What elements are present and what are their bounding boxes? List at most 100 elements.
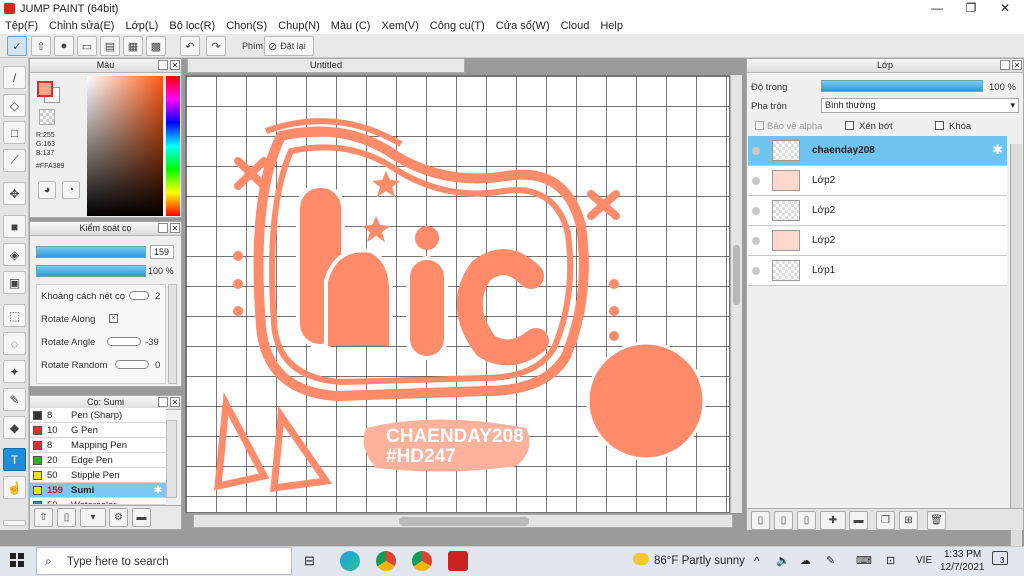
lock-checkbox[interactable] xyxy=(935,121,944,130)
canvas-hscroll-thumb[interactable] xyxy=(399,517,529,526)
menu-layer[interactable]: Lớp(L) xyxy=(125,20,158,32)
tray-chevron-icon[interactable]: ^ xyxy=(754,554,760,568)
speech-icon[interactable]: ▭ xyxy=(77,36,97,56)
panel-layout-icon[interactable]: ▦ xyxy=(123,36,143,56)
lasso-icon[interactable]: ◌ xyxy=(3,332,26,355)
gear-icon[interactable]: ✱ xyxy=(992,142,1003,158)
move-icon[interactable]: ✥ xyxy=(3,182,26,205)
gradient-icon[interactable]: ▣ xyxy=(3,271,26,294)
layer-row[interactable]: Lớp1 xyxy=(748,256,1007,286)
menu-tools[interactable]: Công cụ(T) xyxy=(430,20,485,32)
select-rect-icon[interactable]: □ xyxy=(3,121,26,144)
clock-date[interactable]: 12/7/2021 xyxy=(940,562,985,573)
brush-settings-icon[interactable]: ⚙ xyxy=(109,508,128,527)
menu-cloud[interactable]: Cloud xyxy=(561,20,590,32)
canvas-horizontal-scrollbar[interactable] xyxy=(193,514,733,528)
eraser-select-icon[interactable]: ◆ xyxy=(3,416,26,439)
panel-close-icon[interactable]: ✕ xyxy=(1012,60,1022,70)
tool-collapse-handle[interactable] xyxy=(3,520,26,526)
panel-close-icon[interactable]: ✕ xyxy=(170,223,180,233)
brush-size-value[interactable]: 159 xyxy=(150,245,174,259)
shape-icon[interactable]: ■ xyxy=(3,215,26,238)
wifi-icon[interactable]: ⊡ xyxy=(886,554,895,567)
weather-text[interactable]: 86°F Partly sunny xyxy=(654,555,745,567)
eyedropper-icon[interactable]: ◔ xyxy=(62,181,80,199)
protect-alpha-checkbox[interactable] xyxy=(755,121,764,130)
magic-wand-icon[interactable]: ✦ xyxy=(3,360,26,383)
layer-opacity-slider[interactable] xyxy=(821,80,983,92)
canvas-vertical-scrollbar[interactable] xyxy=(730,75,742,513)
chrome-profile-icon[interactable] xyxy=(412,551,432,571)
brush-opacity-slider[interactable] xyxy=(36,265,146,277)
undo-icon[interactable]: ↶ xyxy=(180,36,200,56)
task-view-icon[interactable]: ⊟ xyxy=(304,553,315,569)
new-folder-icon[interactable]: ▬ xyxy=(849,511,868,530)
close-button[interactable]: ✕ xyxy=(988,0,1022,17)
new-layer-icon[interactable]: ▯ xyxy=(751,511,770,530)
jump-paint-taskbar-icon[interactable] xyxy=(448,551,468,571)
document-tab[interactable]: Untitled xyxy=(187,58,465,73)
layer-row[interactable]: chaenday208 ✱ xyxy=(748,136,1007,166)
menu-window[interactable]: Cửa sổ(W) xyxy=(496,20,550,32)
clip-checkbox[interactable] xyxy=(845,121,854,130)
rotate-angle-slider[interactable] xyxy=(107,337,141,346)
hand-icon[interactable]: ☝ xyxy=(3,476,26,499)
export-icon[interactable]: ⇧ xyxy=(31,36,51,56)
brush-list-item[interactable]: 8 Pen (Sharp) xyxy=(30,408,166,423)
fill-bucket-icon[interactable]: ◈ xyxy=(3,243,26,266)
transparent-color-swatch[interactable] xyxy=(39,109,55,125)
layer-list-scrollbar[interactable] xyxy=(1010,144,1022,552)
maximize-button[interactable]: ❐ xyxy=(954,0,988,17)
grid-icon[interactable]: ▩ xyxy=(146,36,166,56)
menu-filter[interactable]: Bộ lọc(R) xyxy=(169,20,215,32)
text-icon[interactable]: T xyxy=(3,448,26,471)
volume-icon[interactable]: 🔈 xyxy=(776,554,790,567)
delete-layer-icon[interactable]: 🗑 xyxy=(927,511,946,530)
color-field[interactable] xyxy=(87,76,163,216)
windows-start-icon[interactable] xyxy=(10,553,24,567)
brush-list-item[interactable]: 20 Edge Pen xyxy=(30,453,166,468)
palette-icon[interactable]: ◕ xyxy=(38,181,56,199)
merge-layer-icon[interactable]: ⊞ xyxy=(899,511,918,530)
keyboard-icon[interactable]: ⌨ xyxy=(856,554,872,567)
layer-row[interactable]: Lớp2 xyxy=(748,166,1007,196)
onedrive-icon[interactable]: ☁ xyxy=(800,554,811,567)
menu-color[interactable]: Màu (C) xyxy=(331,20,371,32)
redo-icon[interactable]: ↷ xyxy=(206,36,226,56)
panel-close-icon[interactable]: ✕ xyxy=(170,60,180,70)
brush-new-icon[interactable]: ▯ xyxy=(57,508,76,527)
taskbar-search[interactable]: ⌕ Type here to search xyxy=(36,547,292,575)
hue-bar[interactable] xyxy=(166,76,180,216)
duplicate-layer-icon[interactable]: ❐ xyxy=(876,511,895,530)
brush-list-item[interactable]: 50 Stipple Pen xyxy=(30,468,166,483)
panel-float-icon[interactable] xyxy=(158,223,168,233)
spacing-slider[interactable] xyxy=(129,291,149,300)
brush-folder-icon[interactable]: ▬ xyxy=(132,508,151,527)
brush-list-item[interactable]: 50 Watercolor xyxy=(30,498,166,505)
pen-select-icon[interactable]: ✎ xyxy=(3,388,26,411)
brush-size-slider[interactable] xyxy=(36,246,146,258)
comment-icon[interactable]: ● xyxy=(54,36,74,56)
menu-help[interactable]: Help xyxy=(600,20,623,32)
chrome-icon[interactable] xyxy=(376,551,396,571)
panel-float-icon[interactable] xyxy=(158,397,168,407)
gear-icon[interactable]: ✱ xyxy=(154,483,162,498)
language-indicator[interactable]: VIE xyxy=(916,555,932,566)
brush-menu-icon[interactable]: ▾ xyxy=(80,508,106,527)
menu-file[interactable]: Tệp(F) xyxy=(5,20,38,32)
visibility-icon[interactable] xyxy=(752,237,760,245)
blend-mode-select[interactable]: Bình thường ▾ xyxy=(821,98,1019,113)
brush-list-scrollbar[interactable] xyxy=(166,420,177,498)
brush-import-icon[interactable]: ⇧ xyxy=(34,508,53,527)
foreground-color-swatch[interactable] xyxy=(37,81,53,97)
eraser-icon[interactable]: ◇ xyxy=(3,94,26,117)
menu-capture[interactable]: Chụp(N) xyxy=(278,20,320,32)
rect-select-icon[interactable]: ⬚ xyxy=(3,304,26,327)
visibility-icon[interactable] xyxy=(752,177,760,185)
new-mask-layer-icon[interactable]: ▯ xyxy=(797,511,816,530)
new-raster-layer-icon[interactable]: ▯ xyxy=(774,511,793,530)
layer-row[interactable]: Lớp2 xyxy=(748,226,1007,256)
layer-row[interactable]: Lớp2 xyxy=(748,196,1007,226)
panel-close-icon[interactable]: ✕ xyxy=(170,397,180,407)
drawing-canvas[interactable]: CHAENDAY208 #HD247 xyxy=(185,75,730,513)
